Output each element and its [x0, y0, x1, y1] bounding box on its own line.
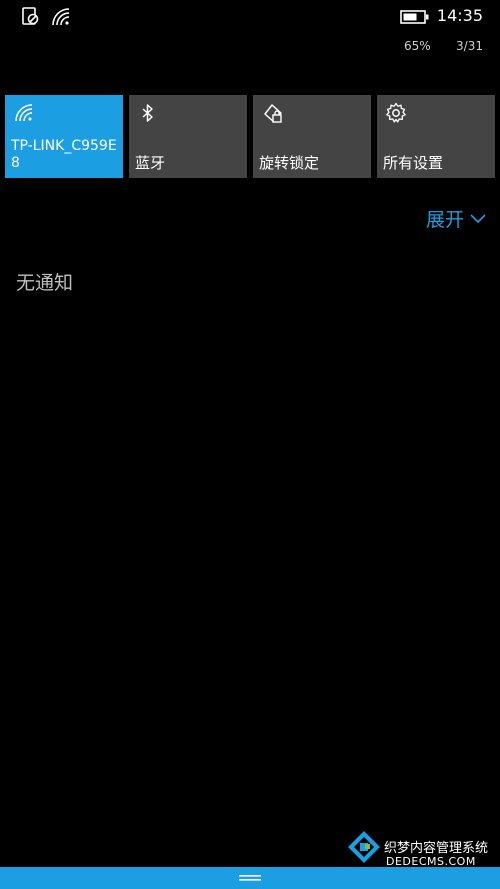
handle-icon[interactable]	[239, 875, 261, 881]
no-notifications-text: 无通知	[16, 272, 74, 294]
quick-action-rotation-lock[interactable]: 旋转锁定	[253, 95, 371, 178]
wifi-icon	[50, 6, 72, 28]
bottom-bar[interactable]	[0, 867, 500, 889]
quick-actions: TP-LINK_C959E8 蓝牙 旋转锁定 所有设置	[5, 95, 495, 178]
battery-percentage: 65%	[404, 39, 431, 53]
gear-icon	[385, 102, 407, 124]
quick-action-all-settings[interactable]: 所有设置	[377, 95, 495, 178]
rotation-lock-icon	[261, 102, 283, 124]
watermark-line1: 织梦内容管理系统	[384, 841, 489, 856]
wifi-icon	[13, 102, 35, 124]
windows-logo-icon	[344, 827, 384, 867]
quick-action-wifi[interactable]: TP-LINK_C959E8	[5, 95, 123, 178]
action-center: 14:35 65% 3/31 TP-LINK_C959E8 蓝牙 旋转锁定 所有…	[0, 0, 500, 889]
quick-action-label: 所有设置	[383, 154, 444, 172]
quick-action-bluetooth[interactable]: 蓝牙	[129, 95, 247, 178]
quick-action-label: 旋转锁定	[259, 154, 320, 172]
expand-label: 展开	[425, 209, 464, 231]
clock: 14:35	[436, 6, 483, 25]
chevron-down-icon	[470, 213, 486, 224]
date: 3/31	[456, 39, 483, 53]
do-not-disturb-icon	[20, 6, 40, 26]
bluetooth-icon	[137, 102, 159, 124]
expand-button[interactable]: 展开	[426, 205, 486, 232]
battery-icon	[400, 9, 430, 25]
quick-action-label: TP-LINK_C959E8	[11, 138, 117, 171]
status-bar: 14:35 65% 3/31	[0, 0, 500, 66]
quick-action-label: 蓝牙	[135, 154, 166, 172]
